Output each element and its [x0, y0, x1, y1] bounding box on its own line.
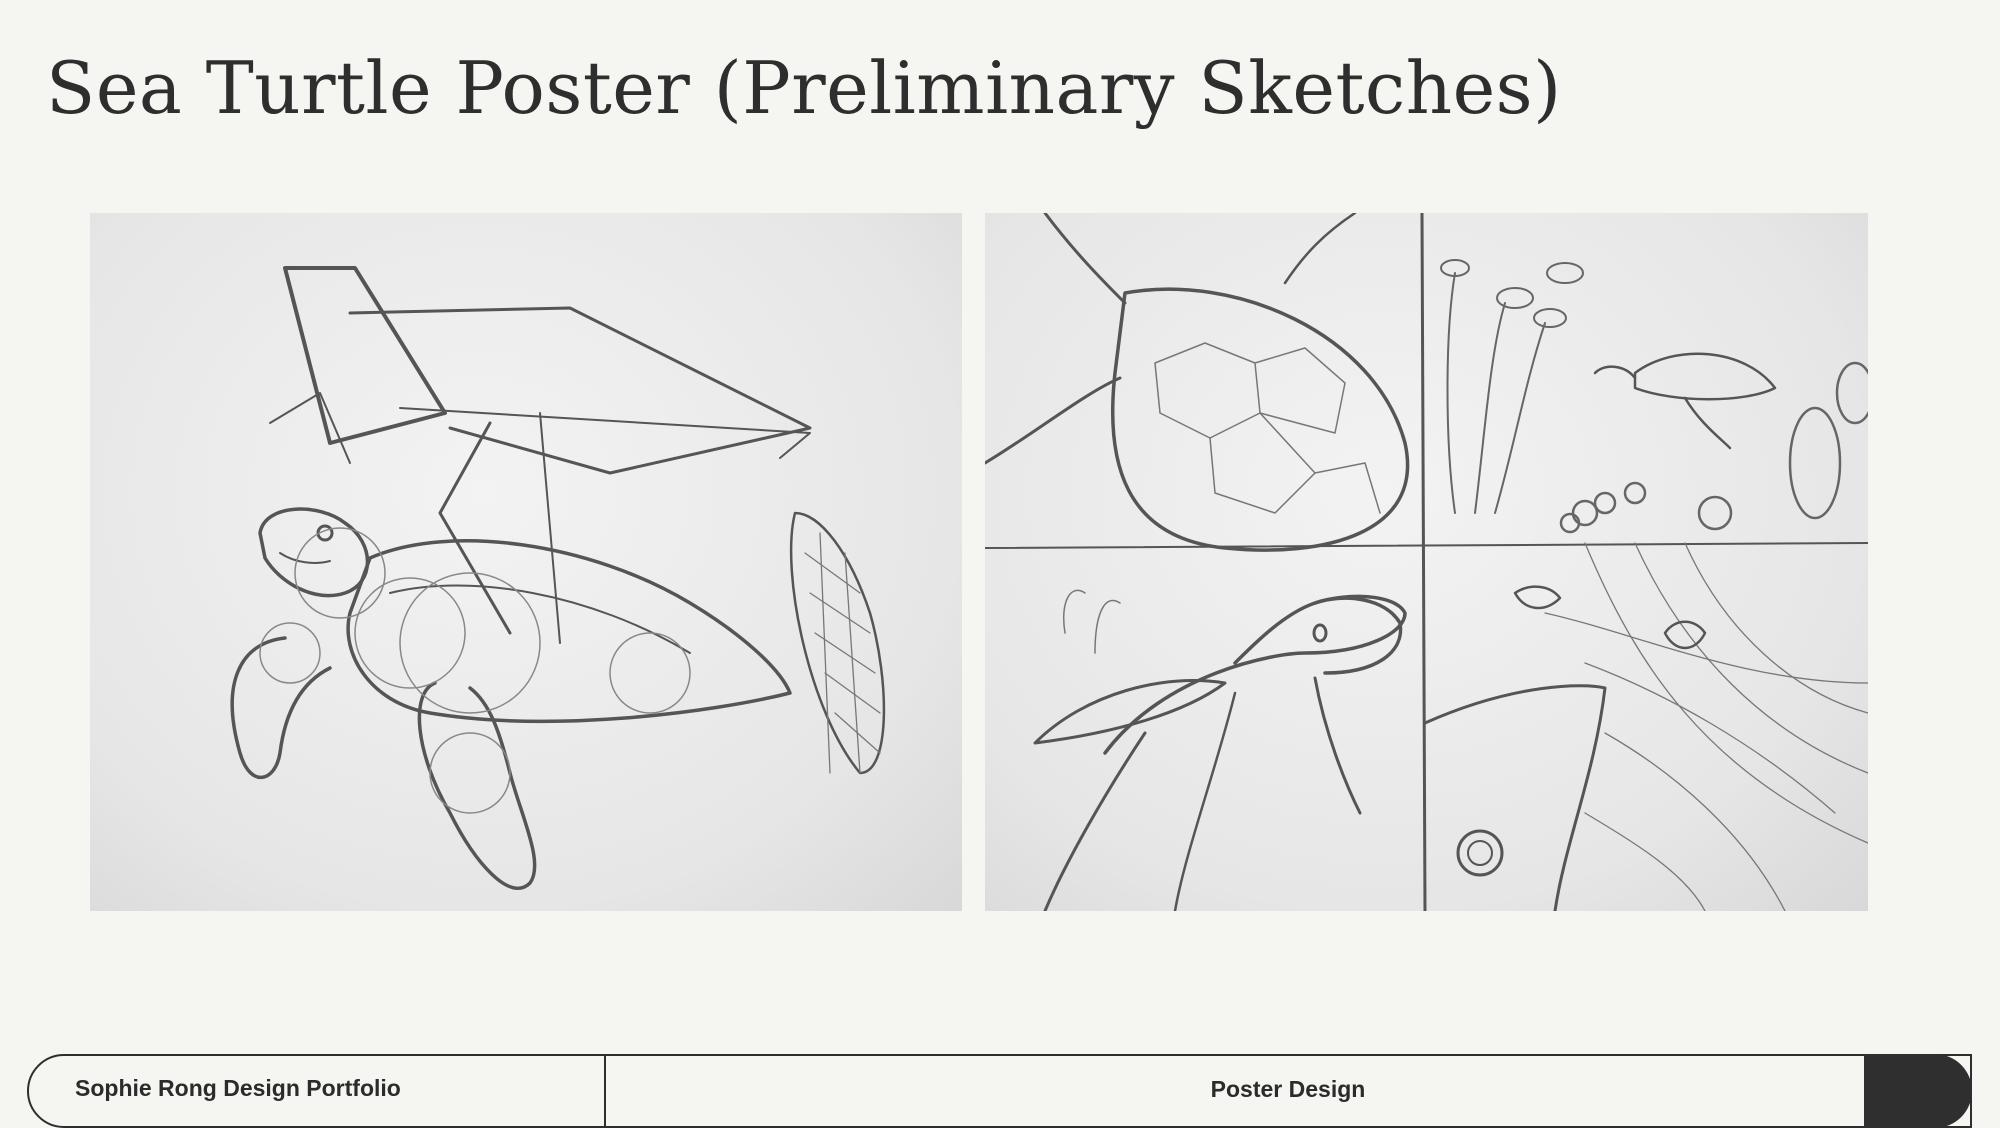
footer-bar: Sophie Rong Design Portfolio Poster Desi…	[27, 1054, 1972, 1128]
footer-section-label: Poster Design	[1210, 1075, 1366, 1102]
storyboard-sketch-image	[985, 213, 1868, 911]
page-title: Sea Turtle Poster (Preliminary Sketches)	[46, 46, 1562, 130]
turtle-sketch-icon	[230, 266, 886, 890]
footer-portfolio-label: Sophie Rong Design Portfolio	[29, 1056, 606, 1126]
turtle-sketch-image	[90, 213, 962, 911]
footer-accent-block	[1864, 1054, 1972, 1128]
storyboard-sketch-icon	[985, 213, 1868, 911]
